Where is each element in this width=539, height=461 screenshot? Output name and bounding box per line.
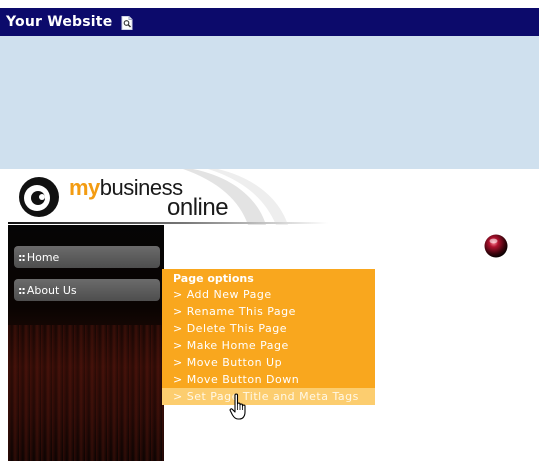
curtain-background [8, 325, 164, 461]
logo-text-my: my [69, 175, 100, 200]
title-bar: Your Website [0, 8, 539, 36]
menu-item-rename-page[interactable]: > Rename This Page [162, 303, 375, 320]
page-preview-icon[interactable] [121, 15, 133, 30]
hand-cursor-icon [229, 393, 246, 420]
nav-item-label: About Us [26, 283, 77, 297]
menu-heading: Page options [173, 272, 254, 285]
logo: mybusiness online [8, 169, 328, 225]
menu-item-add-new-page[interactable]: > Add New Page [162, 286, 375, 303]
logo-text-online: online [167, 194, 229, 221]
page-options-menu: Page options > Add New Page > Rename Thi… [162, 269, 375, 405]
menu-item-delete-page[interactable]: > Delete This Page [162, 320, 375, 337]
logo-text: mybusiness [69, 177, 183, 199]
logo-divider [8, 222, 328, 224]
site-preview: mybusiness online :: Home :: About Us Pa… [8, 169, 539, 461]
sidebar-navigation: :: Home :: About Us [8, 225, 164, 461]
site-title: Your Website [6, 14, 113, 30]
nav-item-label: Home [26, 250, 60, 264]
dots-grip-icon: :: [18, 283, 26, 297]
dots-grip-icon: :: [18, 250, 26, 264]
menu-item-move-button-down[interactable]: > Move Button Down [162, 371, 375, 388]
menu-item-make-home-page[interactable]: > Make Home Page [162, 337, 375, 354]
nav-item-home[interactable]: :: Home [14, 246, 160, 268]
header-banner [0, 36, 539, 169]
nav-item-about-us[interactable]: :: About Us [14, 279, 160, 301]
record-orb-icon[interactable] [483, 233, 509, 259]
logo-mark-icon [19, 177, 59, 217]
menu-item-move-button-up[interactable]: > Move Button Up [162, 354, 375, 371]
menu-item-set-page-title[interactable]: > Set Page Title and Meta Tags [162, 388, 375, 405]
